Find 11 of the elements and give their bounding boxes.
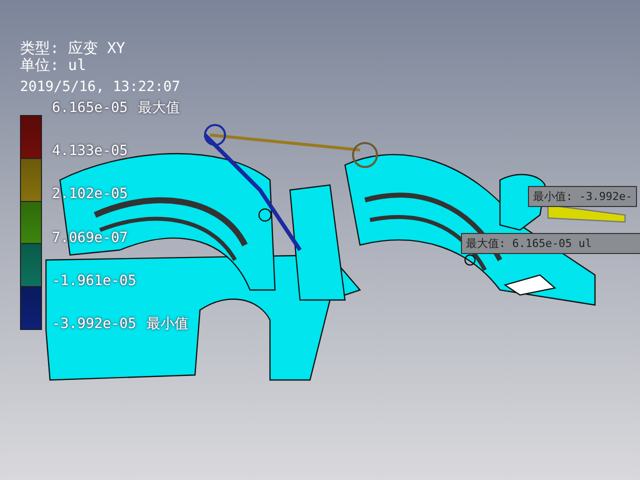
minimum-callout: 最小值: -3.992e-: [528, 186, 638, 207]
scale-value: -3.992e-05: [52, 316, 136, 332]
timestamp-label: 2019/5/16, 13:22:07: [20, 78, 182, 96]
maximum-callout: 最大值: 6.165e-05 ul: [461, 233, 640, 254]
unit-label: 单位: ul: [20, 57, 88, 74]
scale-note: 最大值: [138, 100, 180, 116]
scale-value: 4.133e-05: [52, 143, 128, 160]
result-type-label: 类型: 应变 XY: [20, 40, 126, 57]
scale-value: 6.165e-05: [52, 100, 128, 116]
scale-note: 最小值: [146, 316, 188, 332]
scale-value: -1.961e-05: [52, 272, 136, 289]
